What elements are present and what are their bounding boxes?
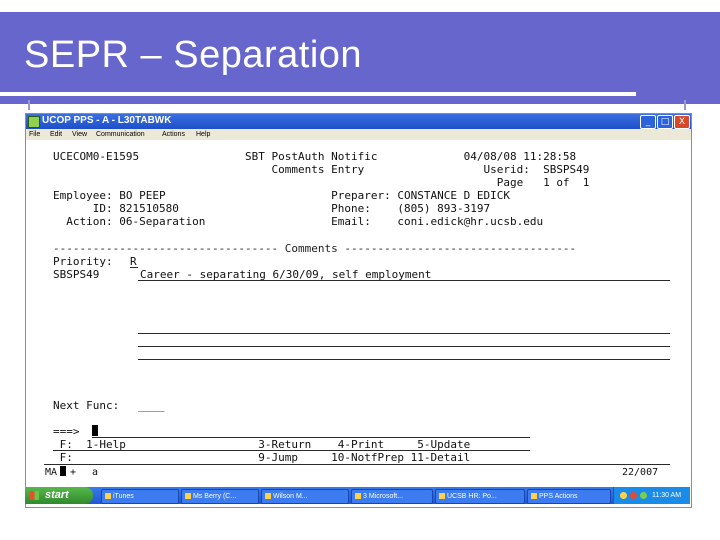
taskbar-item-2[interactable]: Ms Berry (C... [181,489,259,504]
action-email-line: Action: 06-Separation Email: coni.edick@… [53,215,544,228]
status-mode: a [92,467,99,478]
screen-header-line: UCECOM0-E1595 SBT PostAuth Notific 04/08… [53,150,577,163]
priority-underline [130,267,138,268]
document-icon [185,493,191,500]
office-icon [355,493,361,500]
tray-icon[interactable] [620,492,627,499]
next-func-field[interactable]: ____ [138,399,165,412]
status-plus: + [70,467,77,478]
tray-icon[interactable] [630,492,637,499]
title-banner-extension [692,12,720,104]
screen-page-line: Page 1 of 1 [53,176,590,189]
comments-separator: ---------------------------------- Comme… [53,242,577,255]
comment-line-3[interactable] [138,346,670,347]
taskbar-item-6[interactable]: PPS Actions [527,489,611,504]
banner-divider [0,92,636,96]
menu-view[interactable]: View [72,129,87,140]
tray-icon[interactable] [640,492,647,499]
status-lock-block [60,466,66,476]
menu-file[interactable]: File [29,129,40,140]
comment-line-2[interactable] [138,333,670,334]
next-func-label: Next Func: [53,399,120,412]
screen-subheader-line: Comments Entry Userid: SBSPS49 [53,163,590,176]
browser-icon [439,493,445,500]
menu-help[interactable]: Help [196,129,210,140]
taskbar-item-3[interactable]: Wilson M... [261,489,349,504]
menu-bar: File Edit View Communication Actions Hel… [26,129,691,140]
terminal-app-icon [28,116,40,128]
menu-edit[interactable]: Edit [50,129,62,140]
start-button[interactable]: start [25,487,93,504]
taskbar-clock: 11:30 AM [652,492,682,499]
priority-label: Priority: [53,255,113,268]
taskbar-item-4[interactable]: 3 Microsoft... [351,489,433,504]
taskbar-item-5[interactable]: UCSB HR: Po... [435,489,525,504]
menu-actions[interactable]: Actions [162,129,185,140]
banner-tick-right [684,100,686,110]
comment-line-4[interactable] [138,359,670,360]
status-divider [44,464,670,465]
window-titlebar[interactable]: UCOP PPS - A - L30TABWK _ □ X [26,114,691,129]
terminal-screen[interactable]: UCECOM0-E1595 SBT PostAuth Notific 04/08… [26,140,691,486]
banner-tick-left [28,100,30,110]
cursor-position: 22/007 [622,467,659,478]
windows-logo-icon [30,491,39,500]
slide-title: SEPR – Separation [24,34,363,76]
terminal-window: UCOP PPS - A - L30TABWK _ □ X File Edit … [25,113,692,508]
window-title: UCOP PPS - A - L30TABWK [42,115,172,126]
employee-preparer-line: Employee: BO PEEP Preparer: CONSTANCE D … [53,189,510,202]
function-keys-row-2[interactable]: F: 9-Jump 10-NotfPrep 11-Detail [53,451,471,464]
itunes-icon [105,493,111,500]
menu-communication[interactable]: Communication [96,129,145,140]
close-button[interactable]: X [674,115,690,129]
minimize-button[interactable]: _ [640,115,656,129]
text-cursor [92,425,98,436]
comment-line-1[interactable] [138,280,670,281]
windows-taskbar: start iTunes Ms Berry (C... Wilson M... … [25,487,690,504]
taskbar-item-itunes[interactable]: iTunes [101,489,179,504]
comment-userid: SBSPS49 [53,268,100,281]
command-prompt: ===> [53,425,80,438]
id-phone-line: ID: 821510580 Phone: (805) 893-3197 [53,202,491,215]
document-icon [265,493,271,500]
maximize-button[interactable]: □ [657,115,673,129]
system-tray: 11:30 AM [613,487,690,504]
terminal-app-icon [531,493,537,500]
status-session: MA [45,467,58,478]
